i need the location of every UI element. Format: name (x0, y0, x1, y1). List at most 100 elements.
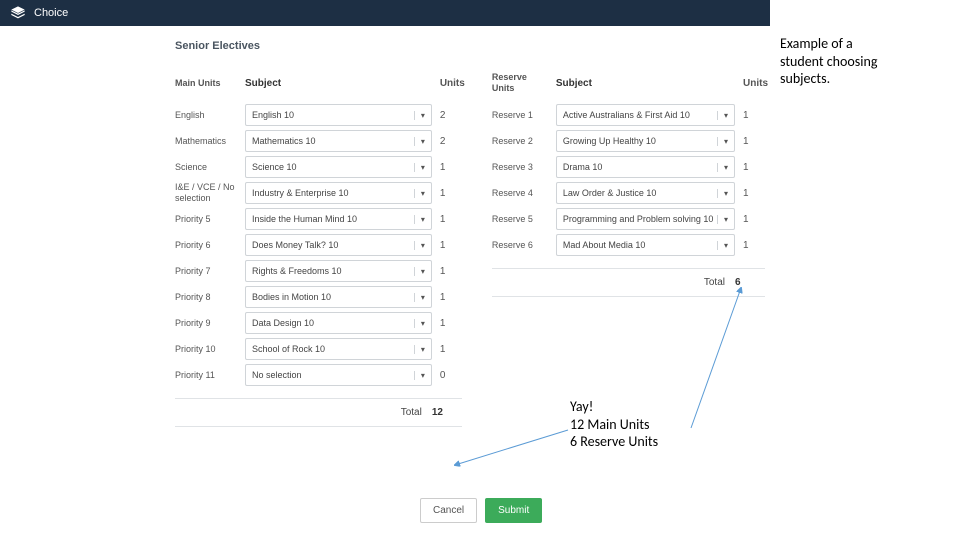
header-reserve: Reserve Units (492, 72, 556, 94)
main-subject-select[interactable]: Mathematics 10▾ (245, 130, 432, 152)
main-subject-select[interactable]: Rights & Freedoms 10▾ (245, 260, 432, 282)
reserve-subject-select[interactable]: Active Australians & First Aid 10 ▾ (556, 104, 735, 126)
select-value: Industry & Enterprise 10 (252, 188, 349, 198)
reserve-row: Reserve 1Active Australians & First Aid … (492, 102, 765, 128)
elective-form: Senior Electives Main Units Subject Unit… (175, 40, 765, 427)
main-subject-select[interactable]: Science 10▾ (245, 156, 432, 178)
chevron-down-icon: ▾ (414, 137, 425, 146)
main-row: Priority 11 No selection ▾ 0 (175, 362, 462, 388)
chevron-down-icon: ▾ (717, 163, 728, 172)
annot1-line1: Example of a (780, 35, 930, 53)
select-value: Growing Up Healthy 10 (563, 136, 656, 146)
reserve-label: Reserve 1 (492, 110, 556, 121)
reserve-units: 1 (735, 162, 765, 173)
reserve-units: 1 (735, 136, 765, 147)
main-subject-select[interactable]: Bodies in Motion 10▾ (245, 286, 432, 308)
select-value: Law Order & Justice 10 (563, 188, 657, 198)
reserve-row: Reserve 4Law Order & Justice 10▾1 (492, 180, 765, 206)
reserve-units: 1 (735, 110, 765, 121)
main-subject-select[interactable]: No selection ▾ (245, 364, 432, 386)
reserve-subject-select[interactable]: Growing Up Healthy 10 ▾ (556, 130, 735, 152)
main-subject-select[interactable]: English 10 ▾ (245, 104, 432, 126)
main-label: Priority 6 (175, 240, 245, 251)
reserve-subject-select[interactable]: Law Order & Justice 10▾ (556, 182, 735, 204)
chevron-down-icon: ▾ (414, 345, 425, 354)
reserve-units: 1 (735, 188, 765, 199)
chevron-down-icon: ▾ (717, 137, 728, 146)
select-value: Science 10 (252, 162, 297, 172)
arrow-to-main-total (450, 425, 575, 475)
select-value: Active Australians & First Aid 10 (563, 110, 690, 120)
reserve-subject-select[interactable]: Programming and Problem solving 10▾ (556, 208, 735, 230)
total-label: Total (175, 407, 432, 418)
reserve-units: 1 (735, 214, 765, 225)
main-row: MathematicsMathematics 10▾2 (175, 128, 462, 154)
reserve-label: Reserve 6 (492, 240, 556, 251)
stack-icon (10, 5, 26, 21)
chevron-down-icon: ▾ (717, 241, 728, 250)
main-label: Priority 11 (175, 370, 245, 381)
reserve-row: Reserve 2 Growing Up Healthy 10 ▾ 1 (492, 128, 765, 154)
submit-button[interactable]: Submit (485, 498, 542, 523)
reserve-row: Reserve 3Drama 10▾1 (492, 154, 765, 180)
main-subject-select[interactable]: School of Rock 10 ▾ (245, 338, 432, 360)
main-label: Science (175, 162, 245, 173)
select-value: Mad About Media 10 (563, 240, 646, 250)
chevron-down-icon: ▾ (414, 111, 425, 120)
main-row: EnglishEnglish 10▾2 (175, 102, 462, 128)
chevron-down-icon: ▾ (414, 241, 425, 250)
main-units: 1 (432, 266, 462, 277)
main-row: Priority 6 Does Money Talk? 10 ▾ 1 (175, 232, 462, 258)
main-label: Priority 5 (175, 214, 245, 225)
select-value: School of Rock 10 (252, 344, 325, 354)
chevron-down-icon: ▾ (717, 111, 728, 120)
annotation-example: Example of a student choosing subjects. (780, 35, 930, 88)
chevron-down-icon: ▾ (414, 189, 425, 198)
main-row: Priority 10School of Rock 10▾1 (175, 336, 462, 362)
section-title: Senior Electives (175, 40, 765, 52)
main-row: Priority 7Rights & Freedoms 10▾1 (175, 258, 462, 284)
reserve-units: 1 (735, 240, 765, 251)
annot1-line3: subjects. (780, 70, 930, 88)
main-units: 1 (432, 240, 462, 251)
main-label: Priority 9 (175, 318, 245, 329)
reserve-label: Reserve 5 (492, 214, 556, 225)
chevron-down-icon: ▾ (414, 215, 425, 224)
main-subject-select[interactable]: Does Money Talk? 10 ▾ (245, 234, 432, 256)
main-subject-select[interactable]: Inside the Human Mind 10 ▾ (245, 208, 432, 230)
main-label: English (175, 110, 245, 121)
main-subject-select[interactable]: Industry & Enterprise 10 ▾ (245, 182, 432, 204)
select-value: Does Money Talk? 10 (252, 240, 338, 250)
main-row: Priority 9Data Design 10▾1 (175, 310, 462, 336)
annot1-line2: student choosing (780, 53, 930, 71)
header-main: Main Units (175, 78, 245, 89)
reserve-row: Reserve 6 Mad About Media 10 ▾ 1 (492, 232, 765, 258)
main-label: Priority 8 (175, 292, 245, 303)
select-value: Programming and Problem solving 10 (563, 214, 714, 224)
main-row: Priority 5Inside the Human Mind 10▾1 (175, 206, 462, 232)
main-units: 1 (432, 292, 462, 303)
main-row: I&E / VCE / No selectionIndustry & Enter… (175, 180, 462, 206)
main-row: ScienceScience 10▾1 (175, 154, 462, 180)
main-units: 1 (432, 188, 462, 199)
header-units-r: Units (735, 78, 765, 89)
header-units: Units (432, 78, 462, 89)
main-label: Priority 10 (175, 344, 245, 355)
cancel-button[interactable]: Cancel (420, 498, 477, 523)
main-units: 0 (432, 370, 462, 381)
main-label: Priority 7 (175, 266, 245, 277)
chevron-down-icon: ▾ (414, 371, 425, 380)
main-label: Mathematics (175, 136, 245, 147)
select-value: Bodies in Motion 10 (252, 292, 331, 302)
main-subject-select[interactable]: Data Design 10▾ (245, 312, 432, 334)
reserve-subject-select[interactable]: Drama 10▾ (556, 156, 735, 178)
header-subject: Subject (245, 78, 432, 89)
select-value: Inside the Human Mind 10 (252, 214, 357, 224)
select-value: No selection (252, 370, 302, 380)
select-value: English 10 (252, 110, 294, 120)
select-value: Data Design 10 (252, 318, 314, 328)
main-units: 2 (432, 136, 462, 147)
reserve-label: Reserve 2 (492, 136, 556, 147)
header-subject-r: Subject (556, 78, 735, 89)
reserve-subject-select[interactable]: Mad About Media 10 ▾ (556, 234, 735, 256)
